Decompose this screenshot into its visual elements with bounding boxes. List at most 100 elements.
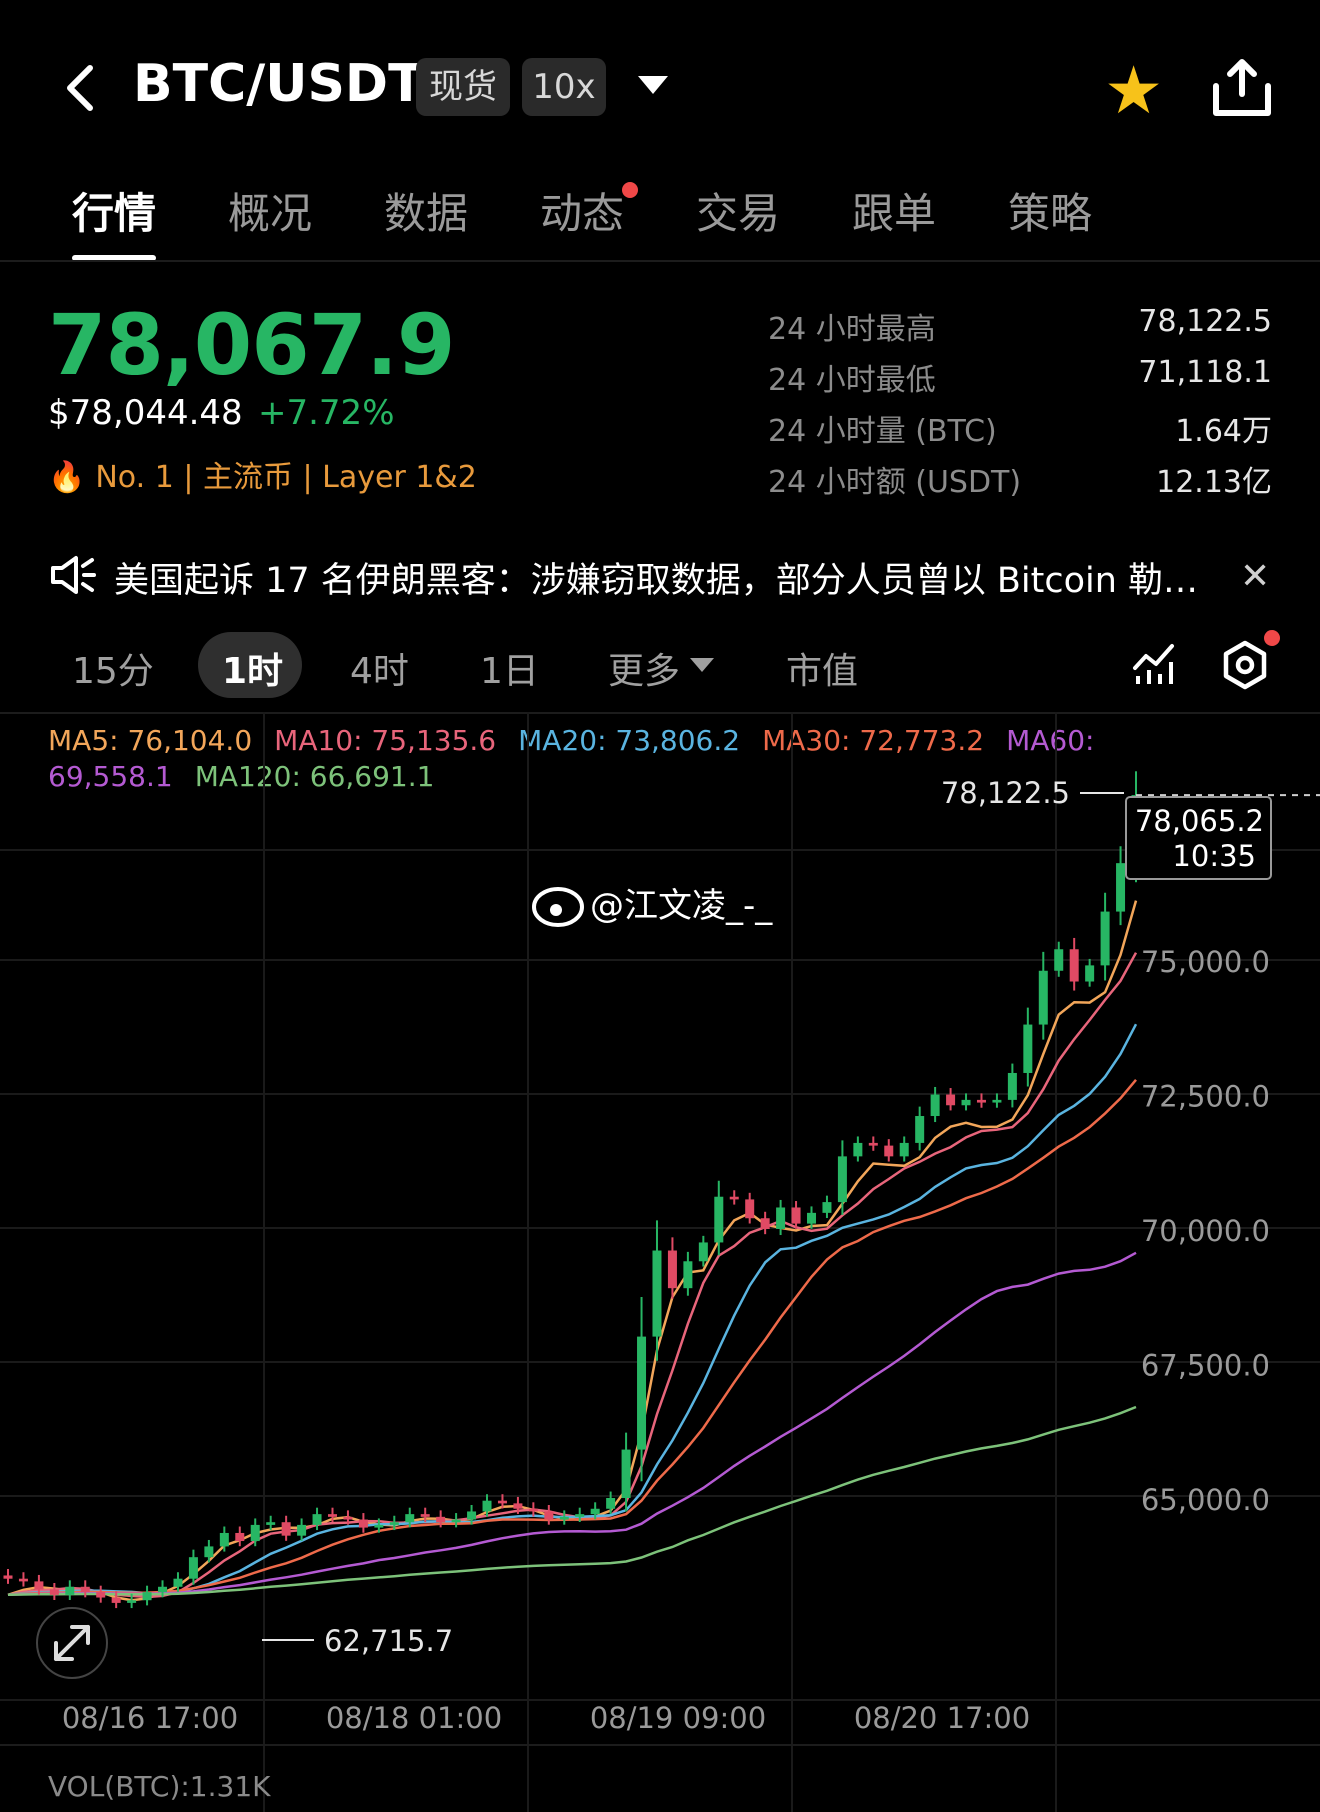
candle-body bbox=[467, 1511, 477, 1520]
candle-body bbox=[497, 1500, 507, 1504]
y-axis-tick-label: 67,500.0 bbox=[1141, 1349, 1270, 1383]
candle-body bbox=[853, 1142, 863, 1157]
favorite-star-icon[interactable]: ★ bbox=[1104, 58, 1163, 124]
stat-value-turnover: 12.13亿 bbox=[1156, 465, 1272, 500]
pair-title[interactable]: BTC/USDT bbox=[133, 54, 424, 114]
candle-body bbox=[559, 1516, 569, 1520]
candle-body bbox=[420, 1514, 430, 1517]
candle-body bbox=[652, 1250, 662, 1337]
weibo-watermark: @江文凌_-_ bbox=[590, 886, 773, 926]
candle-body bbox=[173, 1578, 183, 1587]
news-ticker[interactable]: 美国起诉 17 名伊朗黑客：涉嫌窃取数据，部分人员曾以 Bitcoin 勒… bbox=[114, 552, 1214, 603]
interval-more[interactable]: 更多 bbox=[608, 642, 680, 694]
stat-value-low: 71,118.1 bbox=[1138, 355, 1272, 390]
candle-body bbox=[374, 1524, 384, 1528]
fire-icon: 🔥 bbox=[48, 460, 86, 495]
interval-4h[interactable]: 4时 bbox=[350, 642, 409, 694]
usd-price: $78,044.48 bbox=[48, 393, 243, 433]
candle-body bbox=[266, 1522, 276, 1525]
coin-tags[interactable]: 🔥 No. 1 | 主流币 | Layer 1&2 bbox=[48, 452, 477, 496]
candle-body bbox=[544, 1511, 554, 1520]
tab-feed-notification-dot bbox=[622, 182, 638, 198]
tab-feed[interactable]: 动态 bbox=[540, 180, 624, 241]
close-news-icon[interactable]: ✕ bbox=[1240, 556, 1270, 597]
x-axis-tick-label: 08/16 17:00 bbox=[62, 1701, 238, 1735]
tab-strategy[interactable]: 策略 bbox=[1008, 180, 1092, 241]
candle-body bbox=[637, 1336, 647, 1450]
stat-value-volume: 1.64万 bbox=[1175, 414, 1272, 449]
announcement-speaker-icon bbox=[51, 556, 96, 594]
settings-notification-dot bbox=[1264, 630, 1280, 646]
candle-body bbox=[436, 1516, 446, 1523]
tab-overview[interactable]: 概况 bbox=[228, 180, 312, 241]
candlestick-chart[interactable]: 75,000.0 72,500.0 70,000.0 67,500.0 65,000.0… bbox=[0, 712, 1320, 1812]
candle-body bbox=[776, 1207, 786, 1229]
tabs-divider bbox=[0, 260, 1320, 262]
volume-label: VOL(BTC):1.31K bbox=[48, 1770, 271, 1803]
candle-body bbox=[729, 1196, 739, 1200]
candle-body bbox=[884, 1145, 894, 1157]
ma10-line bbox=[7, 952, 1138, 1599]
candle-body bbox=[1038, 970, 1048, 1025]
candle-body bbox=[915, 1116, 925, 1143]
interval-market-cap[interactable]: 市值 bbox=[786, 642, 858, 694]
tab-data[interactable]: 数据 bbox=[384, 180, 468, 241]
candle-body bbox=[807, 1212, 817, 1224]
candle-body bbox=[791, 1207, 801, 1224]
interval-1h[interactable]: 1时 bbox=[222, 642, 283, 694]
expand-chart-button[interactable] bbox=[36, 1607, 108, 1679]
candle-body bbox=[606, 1498, 616, 1509]
candle-body bbox=[250, 1524, 260, 1542]
candle-body bbox=[405, 1514, 415, 1523]
candle-body bbox=[142, 1592, 152, 1601]
more-dropdown-icon[interactable] bbox=[690, 658, 714, 672]
candle-body bbox=[837, 1156, 847, 1203]
x-axis-tick-label: 08/20 17:00 bbox=[854, 1701, 1030, 1735]
candle-body bbox=[127, 1600, 137, 1603]
candle-body bbox=[312, 1514, 322, 1525]
candle-body bbox=[96, 1592, 106, 1598]
interval-1d[interactable]: 1日 bbox=[480, 642, 539, 694]
candle-body bbox=[1054, 949, 1064, 971]
candle-body bbox=[1007, 1072, 1017, 1100]
candle-body bbox=[3, 1575, 13, 1579]
tab-market[interactable]: 行情 bbox=[72, 180, 156, 241]
y-axis-tick-label: 70,000.0 bbox=[1141, 1214, 1270, 1248]
candle-body bbox=[451, 1519, 461, 1523]
interval-15m[interactable]: 15分 bbox=[72, 642, 154, 694]
tab-copy-trading[interactable]: 跟单 bbox=[852, 180, 936, 241]
candle-body bbox=[188, 1557, 198, 1579]
indicator-icon[interactable] bbox=[1132, 640, 1176, 686]
candle-body bbox=[297, 1524, 307, 1536]
current-price-value: 78,065.2 bbox=[1135, 804, 1264, 838]
candle-body bbox=[1100, 911, 1110, 966]
market-type-badge: 现货 bbox=[416, 58, 510, 116]
candle-body bbox=[590, 1508, 600, 1515]
candle-body bbox=[80, 1586, 90, 1593]
candle-body bbox=[358, 1519, 368, 1528]
chart-settings-icon[interactable] bbox=[1220, 640, 1270, 690]
candle-body bbox=[1023, 1024, 1033, 1073]
back-arrow-icon[interactable] bbox=[60, 62, 100, 114]
y-axis-tick-label: 72,500.0 bbox=[1141, 1080, 1270, 1114]
low-price-label: 62,715.7 bbox=[324, 1624, 453, 1658]
candle-body bbox=[1069, 949, 1079, 982]
ma120-line bbox=[7, 1405, 1137, 1597]
change-percent: +7.72% bbox=[258, 393, 395, 433]
share-icon[interactable] bbox=[1212, 56, 1272, 118]
candle-body bbox=[18, 1578, 28, 1582]
tab-trade[interactable]: 交易 bbox=[696, 180, 780, 241]
pair-dropdown-icon[interactable] bbox=[638, 76, 668, 94]
candle-body bbox=[930, 1094, 940, 1117]
candle-body bbox=[698, 1242, 708, 1262]
candle-body bbox=[667, 1250, 677, 1289]
candle-body bbox=[961, 1099, 971, 1106]
candle-body bbox=[281, 1522, 291, 1536]
candle-body bbox=[621, 1449, 631, 1498]
x-axis-tick-label: 08/18 01:00 bbox=[326, 1701, 502, 1735]
candle-body bbox=[868, 1142, 878, 1146]
stat-value-high: 78,122.5 bbox=[1138, 304, 1272, 339]
stat-label-volume: 24 小时量 (BTC) bbox=[768, 414, 997, 449]
candle-body bbox=[745, 1199, 755, 1219]
candle-body bbox=[343, 1516, 353, 1520]
